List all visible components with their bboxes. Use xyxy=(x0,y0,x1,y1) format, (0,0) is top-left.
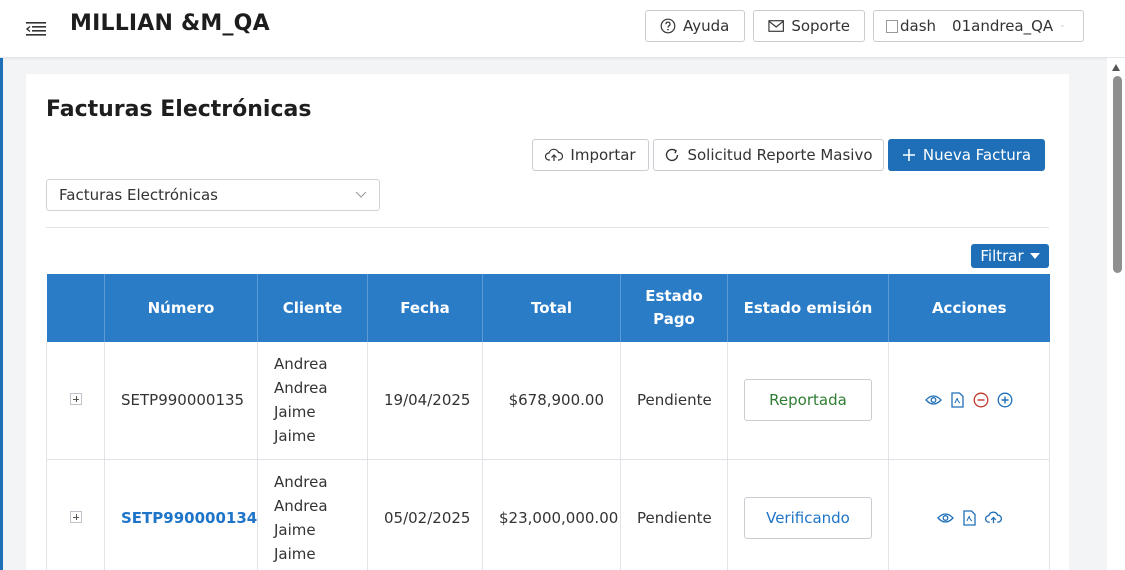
app-title: MILLIAN &M_QA xyxy=(70,11,270,36)
table-header-row: Número Cliente Fecha Total Estado Pago E… xyxy=(46,274,1050,342)
expand-cell xyxy=(46,342,105,460)
new-invoice-label: Nueva Factura xyxy=(922,146,1032,164)
invoice-number-link[interactable]: SETP990000134 xyxy=(104,459,258,570)
cloud-upload-icon xyxy=(545,148,564,161)
caret-down-icon xyxy=(1029,253,1040,259)
invoice-number: SETP990000135 xyxy=(104,342,258,460)
broken-image-icon xyxy=(886,19,898,33)
cloud-upload-icon[interactable] xyxy=(984,509,1002,527)
header-expand xyxy=(46,274,105,342)
chevron-down-icon xyxy=(355,191,367,198)
emission-status-badge[interactable]: Reportada xyxy=(744,379,872,422)
invoice-date: 19/04/2025 xyxy=(367,342,483,460)
header-estado-pago[interactable]: Estado Pago xyxy=(620,274,728,342)
user-name: 01andrea_QA xyxy=(952,17,1054,35)
payment-status: Pendiente xyxy=(620,342,728,460)
invoice-client: Andrea Andrea Jaime Jaime xyxy=(257,342,368,460)
invoices-table: Número Cliente Fecha Total Estado Pago E… xyxy=(46,274,1050,570)
page-title: Facturas Electrónicas xyxy=(46,97,312,122)
chevron-down-icon xyxy=(1061,25,1064,27)
actions-cell xyxy=(888,342,1050,460)
invoice-total: $678,900.00 xyxy=(482,342,621,460)
new-invoice-button[interactable]: Nueva Factura xyxy=(888,139,1045,171)
header-fecha[interactable]: Fecha xyxy=(367,274,483,342)
document-type-value: Facturas Electrónicas xyxy=(59,186,218,204)
invoice-date: 05/02/2025 xyxy=(367,459,483,570)
payment-status: Pendiente xyxy=(620,459,728,570)
actions-cell xyxy=(888,459,1050,570)
help-icon xyxy=(660,18,676,34)
help-button[interactable]: Ayuda xyxy=(645,10,745,42)
view-eye-icon[interactable] xyxy=(924,391,942,409)
sidebar-edge xyxy=(0,58,3,570)
plus-icon xyxy=(902,149,915,161)
emission-status-badge[interactable]: Verificando xyxy=(744,496,872,539)
emission-status-cell: Verificando xyxy=(727,459,889,570)
scrollbar-thumb[interactable] xyxy=(1113,76,1122,273)
import-label: Importar xyxy=(570,146,636,164)
support-label: Soporte xyxy=(791,17,850,35)
user-avatar-alt: dash xyxy=(900,17,937,35)
user-avatar: dash xyxy=(886,17,936,35)
top-navbar: MILLIAN &M_QA Ayuda Soporte dash 01andre… xyxy=(0,0,1125,58)
pdf-file-icon[interactable] xyxy=(960,509,978,527)
expand-row-icon[interactable] xyxy=(69,393,82,406)
document-type-select[interactable]: Facturas Electrónicas xyxy=(46,179,380,211)
user-menu-button[interactable]: dash 01andrea_QA xyxy=(873,10,1084,42)
filter-button[interactable]: Filtrar xyxy=(971,244,1049,268)
header-estado-emision[interactable]: Estado emisión xyxy=(727,274,889,342)
header-total[interactable]: Total xyxy=(482,274,621,342)
expand-row-icon[interactable] xyxy=(69,510,82,523)
cancel-minus-icon[interactable] xyxy=(972,391,990,409)
add-plus-circle-icon[interactable] xyxy=(996,391,1014,409)
import-button[interactable]: Importar xyxy=(532,139,649,171)
table-row: SETP990000134 Andrea Andrea Jaime Jaime … xyxy=(46,459,1050,570)
header-acciones: Acciones xyxy=(888,274,1050,342)
table-row: SETP990000135 Andrea Andrea Jaime Jaime … xyxy=(46,342,1050,460)
bulk-report-label: Solicitud Reporte Masivo xyxy=(687,146,873,164)
filter-label: Filtrar xyxy=(980,247,1024,265)
mail-icon xyxy=(768,20,784,32)
menu-toggle-icon[interactable] xyxy=(26,21,46,37)
main-card: Facturas Electrónicas Importar Solicitud… xyxy=(26,74,1069,570)
view-eye-icon[interactable] xyxy=(936,509,954,527)
header-cliente[interactable]: Cliente xyxy=(257,274,368,342)
divider xyxy=(46,227,1049,228)
invoice-client: Andrea Andrea Jaime Jaime xyxy=(257,459,368,570)
emission-status-cell: Reportada xyxy=(727,342,889,460)
support-button[interactable]: Soporte xyxy=(753,10,865,42)
expand-cell xyxy=(46,459,105,570)
invoice-total: $23,000,000.00 xyxy=(482,459,621,570)
bulk-report-button[interactable]: Solicitud Reporte Masivo xyxy=(653,139,884,171)
help-label: Ayuda xyxy=(683,17,730,35)
pdf-file-icon[interactable] xyxy=(948,391,966,409)
refresh-icon xyxy=(666,148,679,162)
scroll-up-arrow-icon[interactable] xyxy=(1112,64,1120,71)
header-numero[interactable]: Número xyxy=(104,274,258,342)
